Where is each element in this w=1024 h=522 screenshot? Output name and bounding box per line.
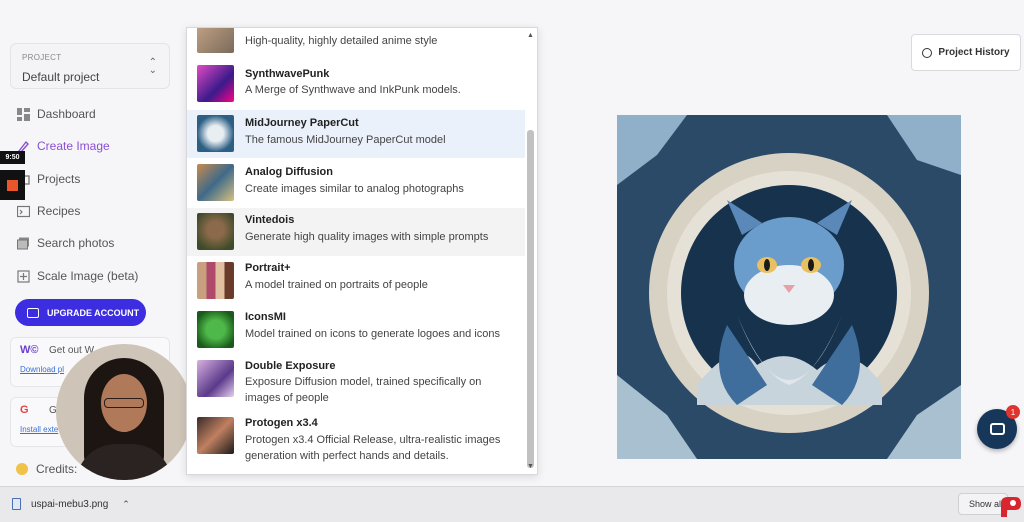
nav-label: Dashboard bbox=[37, 107, 96, 121]
model-thumbnail bbox=[197, 65, 234, 102]
file-icon bbox=[12, 498, 21, 510]
model-thumbnail bbox=[197, 28, 234, 53]
model-name: Double Exposure bbox=[245, 360, 336, 372]
nav-scale-image[interactable]: Scale Image (beta) bbox=[16, 266, 138, 286]
wordpress-logo-icon: W© bbox=[20, 344, 39, 356]
photos-icon bbox=[16, 236, 30, 250]
chevron-updown-icon: ⌃ ⌄ bbox=[148, 57, 157, 76]
webcam-overlay bbox=[56, 344, 192, 480]
nav-create-image[interactable]: Create Image bbox=[16, 136, 110, 156]
channel-logo-icon bbox=[999, 495, 1023, 519]
model-thumbnail bbox=[197, 262, 234, 299]
model-desc: A Merge of Synthwave and InkPunk models. bbox=[245, 84, 461, 96]
model-thumbnail bbox=[197, 360, 234, 397]
nav-label: Recipes bbox=[37, 204, 81, 218]
model-desc: images of people bbox=[245, 392, 329, 404]
model-option-synthwavepunk[interactable]: SynthwavePunk A Merge of Synthwave and I… bbox=[187, 60, 525, 108]
model-option[interactable]: High-quality, highly detailed anime styl… bbox=[187, 28, 525, 53]
history-label: Project History bbox=[938, 47, 1010, 58]
model-name: SynthwavePunk bbox=[245, 68, 330, 80]
model-thumbnail bbox=[197, 417, 234, 454]
chat-notification-badge: 1 bbox=[1006, 405, 1020, 419]
terminal-icon bbox=[16, 204, 30, 218]
project-selector[interactable]: PROJECT Default project ⌃ ⌄ bbox=[10, 43, 170, 89]
model-thumbnail bbox=[197, 213, 234, 250]
stop-icon bbox=[7, 179, 18, 191]
model-option-midjourney-papercut[interactable]: MidJourney PaperCut The famous MidJourne… bbox=[187, 110, 525, 158]
chevron-up-icon[interactable]: ⌃ bbox=[122, 499, 130, 510]
download-file-name: uspai-mebu3.png bbox=[31, 498, 109, 510]
nav-projects[interactable]: Projects bbox=[16, 169, 80, 189]
nav-search-photos[interactable]: Search photos bbox=[16, 233, 114, 253]
nav-label: Create Image bbox=[37, 139, 110, 153]
card-icon bbox=[27, 307, 39, 318]
download-bar: uspai-mebu3.png ⌃ bbox=[0, 486, 1024, 522]
scroll-up-arrow-icon[interactable]: ▲ bbox=[527, 32, 534, 39]
promo-link[interactable]: Install exte bbox=[20, 425, 58, 434]
model-option-vintedois[interactable]: Vintedois Generate high quality images w… bbox=[187, 208, 525, 256]
model-desc: Model trained on icons to generate logoe… bbox=[245, 328, 501, 340]
model-thumbnail bbox=[197, 164, 234, 201]
nav-dashboard[interactable]: Dashboard bbox=[16, 104, 96, 124]
model-name: IconsMI bbox=[245, 311, 286, 323]
credits-label: Credits: bbox=[36, 462, 78, 476]
credits: Credits: bbox=[16, 462, 77, 476]
model-option-portrait-plus[interactable]: Portrait+ A model trained on portraits o… bbox=[187, 257, 525, 305]
model-desc: generation with perfect hands and detail… bbox=[245, 450, 449, 462]
project-label: PROJECT bbox=[22, 53, 62, 62]
scroll-down-arrow-icon[interactable]: ▼ bbox=[527, 463, 534, 470]
scrollbar-thumb[interactable] bbox=[527, 130, 534, 468]
stop-recording-button[interactable] bbox=[0, 170, 25, 200]
model-dropdown-list[interactable]: High-quality, highly detailed anime styl… bbox=[186, 27, 538, 475]
recording-timer: 9:50 bbox=[0, 151, 25, 164]
model-desc: Protogen x3.4 Official Release, ultra-re… bbox=[245, 434, 501, 446]
model-option-iconsmi[interactable]: IconsMI Model trained on icons to genera… bbox=[187, 306, 525, 354]
download-item[interactable]: uspai-mebu3.png ⌃ bbox=[12, 498, 130, 510]
nav-recipes[interactable]: Recipes bbox=[16, 201, 80, 221]
model-desc: Generate high quality images with simple… bbox=[245, 231, 489, 243]
model-name: Protogen x3.4 bbox=[245, 417, 318, 429]
project-history-button[interactable]: Project History bbox=[911, 34, 1021, 71]
model-desc: The famous MidJourney PaperCut model bbox=[245, 134, 446, 146]
coin-icon bbox=[16, 463, 28, 475]
model-name: Portrait+ bbox=[245, 262, 291, 274]
promo-link[interactable]: Download pl bbox=[20, 365, 64, 374]
model-thumbnail bbox=[197, 115, 234, 152]
model-option-double-exposure[interactable]: Double Exposure Exposure Diffusion model… bbox=[187, 355, 525, 411]
model-thumbnail bbox=[197, 311, 234, 348]
model-desc: Create images similar to analog photogra… bbox=[245, 183, 464, 195]
upgrade-account-button[interactable]: UPGRADE ACCOUNT bbox=[15, 299, 146, 326]
project-name: Default project bbox=[22, 70, 100, 84]
dashboard-icon bbox=[16, 107, 30, 121]
chat-bubble-icon bbox=[989, 423, 1005, 435]
model-option-protogen[interactable]: Protogen x3.4 Protogen x3.4 Official Rel… bbox=[187, 412, 525, 472]
upgrade-label: UPGRADE ACCOUNT bbox=[47, 307, 140, 318]
model-desc: Exposure Diffusion model, trained specif… bbox=[245, 376, 482, 388]
nav-label: Search photos bbox=[37, 236, 115, 250]
generated-image[interactable] bbox=[617, 115, 961, 459]
model-name: MidJourney PaperCut bbox=[245, 117, 359, 129]
nav-label: Scale Image (beta) bbox=[37, 269, 139, 283]
model-desc: High-quality, highly detailed anime styl… bbox=[245, 35, 438, 47]
papercut-cat-artwork bbox=[617, 115, 961, 459]
scale-icon bbox=[16, 269, 30, 283]
model-name: Vintedois bbox=[245, 214, 295, 226]
model-name: Analog Diffusion bbox=[245, 166, 333, 178]
dropdown-scrollbar[interactable]: ▲ ▼ bbox=[526, 32, 535, 470]
chrome-logo-icon: G bbox=[20, 404, 29, 416]
model-option-analog-diffusion[interactable]: Analog Diffusion Create images similar t… bbox=[187, 159, 525, 207]
nav-label: Projects bbox=[37, 172, 81, 186]
clock-icon bbox=[922, 47, 933, 58]
model-desc: A model trained on portraits of people bbox=[245, 279, 428, 291]
